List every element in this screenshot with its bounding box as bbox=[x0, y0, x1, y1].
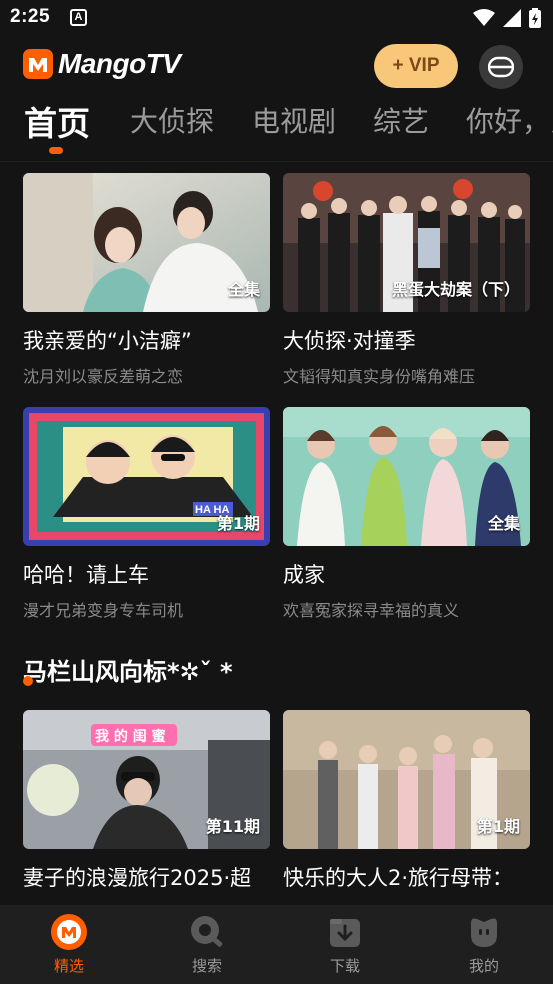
tab-hello[interactable]: 你好，乡 bbox=[466, 100, 553, 140]
menu-lines-icon bbox=[488, 56, 514, 78]
video-subtitle: 漫才兄弟变身专车司机 bbox=[23, 601, 184, 620]
section-accent-dot bbox=[23, 676, 33, 686]
wifi-icon bbox=[473, 9, 495, 26]
video-thumbnail[interactable]: 黑蛋大劫案（下） bbox=[283, 173, 530, 312]
video-card[interactable]: 第1期 快乐的大人2·旅行母带： 沈月王敬轩吴宣恒花式拍 bbox=[283, 710, 530, 924]
video-subtitle: 沈月刘以豪反差萌之恋 bbox=[23, 367, 184, 386]
nav-label: 我的 bbox=[468, 957, 499, 975]
category-tabs: 首页 大侦探 电视剧 综艺 你好，乡 bbox=[0, 100, 553, 160]
video-card[interactable]: HA HA 第1期 哈哈！请上车 漫才兄弟变身专车司机 bbox=[23, 407, 270, 621]
mango-logo-icon bbox=[23, 49, 53, 79]
signal-icon bbox=[503, 9, 521, 27]
episode-badge: 第1期 bbox=[476, 817, 520, 836]
nav-search[interactable]: 搜索 bbox=[162, 913, 252, 976]
video-card[interactable]: 我 的 闺 蜜 第11期 妻子的浪漫旅行2025·超 前彩蛋：成燕森承钰成都 bbox=[23, 710, 270, 924]
nav-featured[interactable]: 精选 bbox=[24, 913, 114, 976]
app-header: MangoTV + VIP bbox=[0, 40, 553, 96]
thumb-banner: 我 的 闺 蜜 bbox=[95, 728, 166, 745]
battery-icon bbox=[529, 8, 541, 28]
video-subtitle: 欢喜冤家探寻幸福的真义 bbox=[283, 601, 460, 620]
video-thumbnail[interactable]: 全集 bbox=[23, 173, 270, 312]
video-subtitle: 文韬得知真实身份嘴角难压 bbox=[283, 367, 476, 386]
episode-badge: 黑蛋大劫案（下） bbox=[391, 280, 520, 299]
status-bar: 2:25 A bbox=[0, 0, 553, 36]
video-title[interactable]: 快乐的大人2·旅行母带： bbox=[283, 862, 530, 892]
nav-download[interactable]: 下载 bbox=[300, 913, 390, 976]
episode-badge: 第1期 bbox=[216, 514, 260, 533]
nav-label: 下载 bbox=[329, 957, 360, 975]
active-tab-indicator bbox=[49, 147, 63, 154]
episode-badge: 全集 bbox=[487, 514, 520, 533]
vip-button[interactable]: + VIP bbox=[374, 44, 458, 88]
video-card[interactable]: 全集 我亲爱的“小洁癖” 沈月刘以豪反差萌之恋 bbox=[23, 173, 270, 387]
video-thumbnail[interactable]: HA HA 第1期 bbox=[23, 407, 270, 546]
video-thumbnail[interactable]: 全集 bbox=[283, 407, 530, 546]
nav-label: 精选 bbox=[53, 957, 84, 975]
channel-menu-button[interactable] bbox=[479, 45, 523, 89]
mangotv-logo[interactable]: MangoTV bbox=[22, 48, 181, 80]
video-title[interactable]: 哈哈！请上车 bbox=[23, 559, 270, 589]
video-title[interactable]: 成家 bbox=[283, 559, 530, 589]
episode-badge: 全集 bbox=[227, 280, 260, 299]
video-thumbnail[interactable]: 第1期 bbox=[283, 710, 530, 849]
status-icons bbox=[473, 8, 541, 28]
profile-icon bbox=[471, 918, 497, 947]
video-title[interactable]: 妻子的浪漫旅行2025·超 bbox=[23, 862, 270, 892]
video-card[interactable]: 黑蛋大劫案（下） 大侦探·对撞季 文韬得知真实身份嘴角难压 bbox=[283, 173, 530, 387]
notification-a-icon: A bbox=[70, 9, 87, 26]
mango-logo-icon bbox=[51, 914, 87, 950]
bottom-navigation: 精选 搜索 下载 我的 bbox=[0, 905, 553, 984]
video-title[interactable]: 大侦探·对撞季 bbox=[283, 325, 530, 355]
nav-label: 搜索 bbox=[191, 957, 222, 975]
tab-tv-series[interactable]: 电视剧 bbox=[252, 100, 336, 140]
logo-text: MangoTV bbox=[58, 48, 181, 79]
tab-home[interactable]: 首页 bbox=[24, 100, 90, 145]
tab-variety[interactable]: 综艺 bbox=[373, 100, 429, 140]
download-icon bbox=[330, 919, 360, 947]
section-title: 马栏山风向标*✲ˇ * bbox=[23, 658, 233, 686]
nav-profile[interactable]: 我的 bbox=[439, 913, 529, 976]
status-time: 2:25 bbox=[10, 6, 51, 27]
video-thumbnail[interactable]: 我 的 闺 蜜 第11期 bbox=[23, 710, 270, 849]
episode-badge: 第11期 bbox=[205, 817, 260, 836]
video-title[interactable]: 我亲爱的“小洁癖” bbox=[23, 325, 270, 355]
video-card[interactable]: 全集 成家 欢喜冤家探寻幸福的真义 bbox=[283, 407, 530, 621]
search-icon bbox=[191, 916, 223, 947]
tab-detective[interactable]: 大侦探 bbox=[130, 100, 214, 140]
header-divider bbox=[0, 161, 553, 162]
